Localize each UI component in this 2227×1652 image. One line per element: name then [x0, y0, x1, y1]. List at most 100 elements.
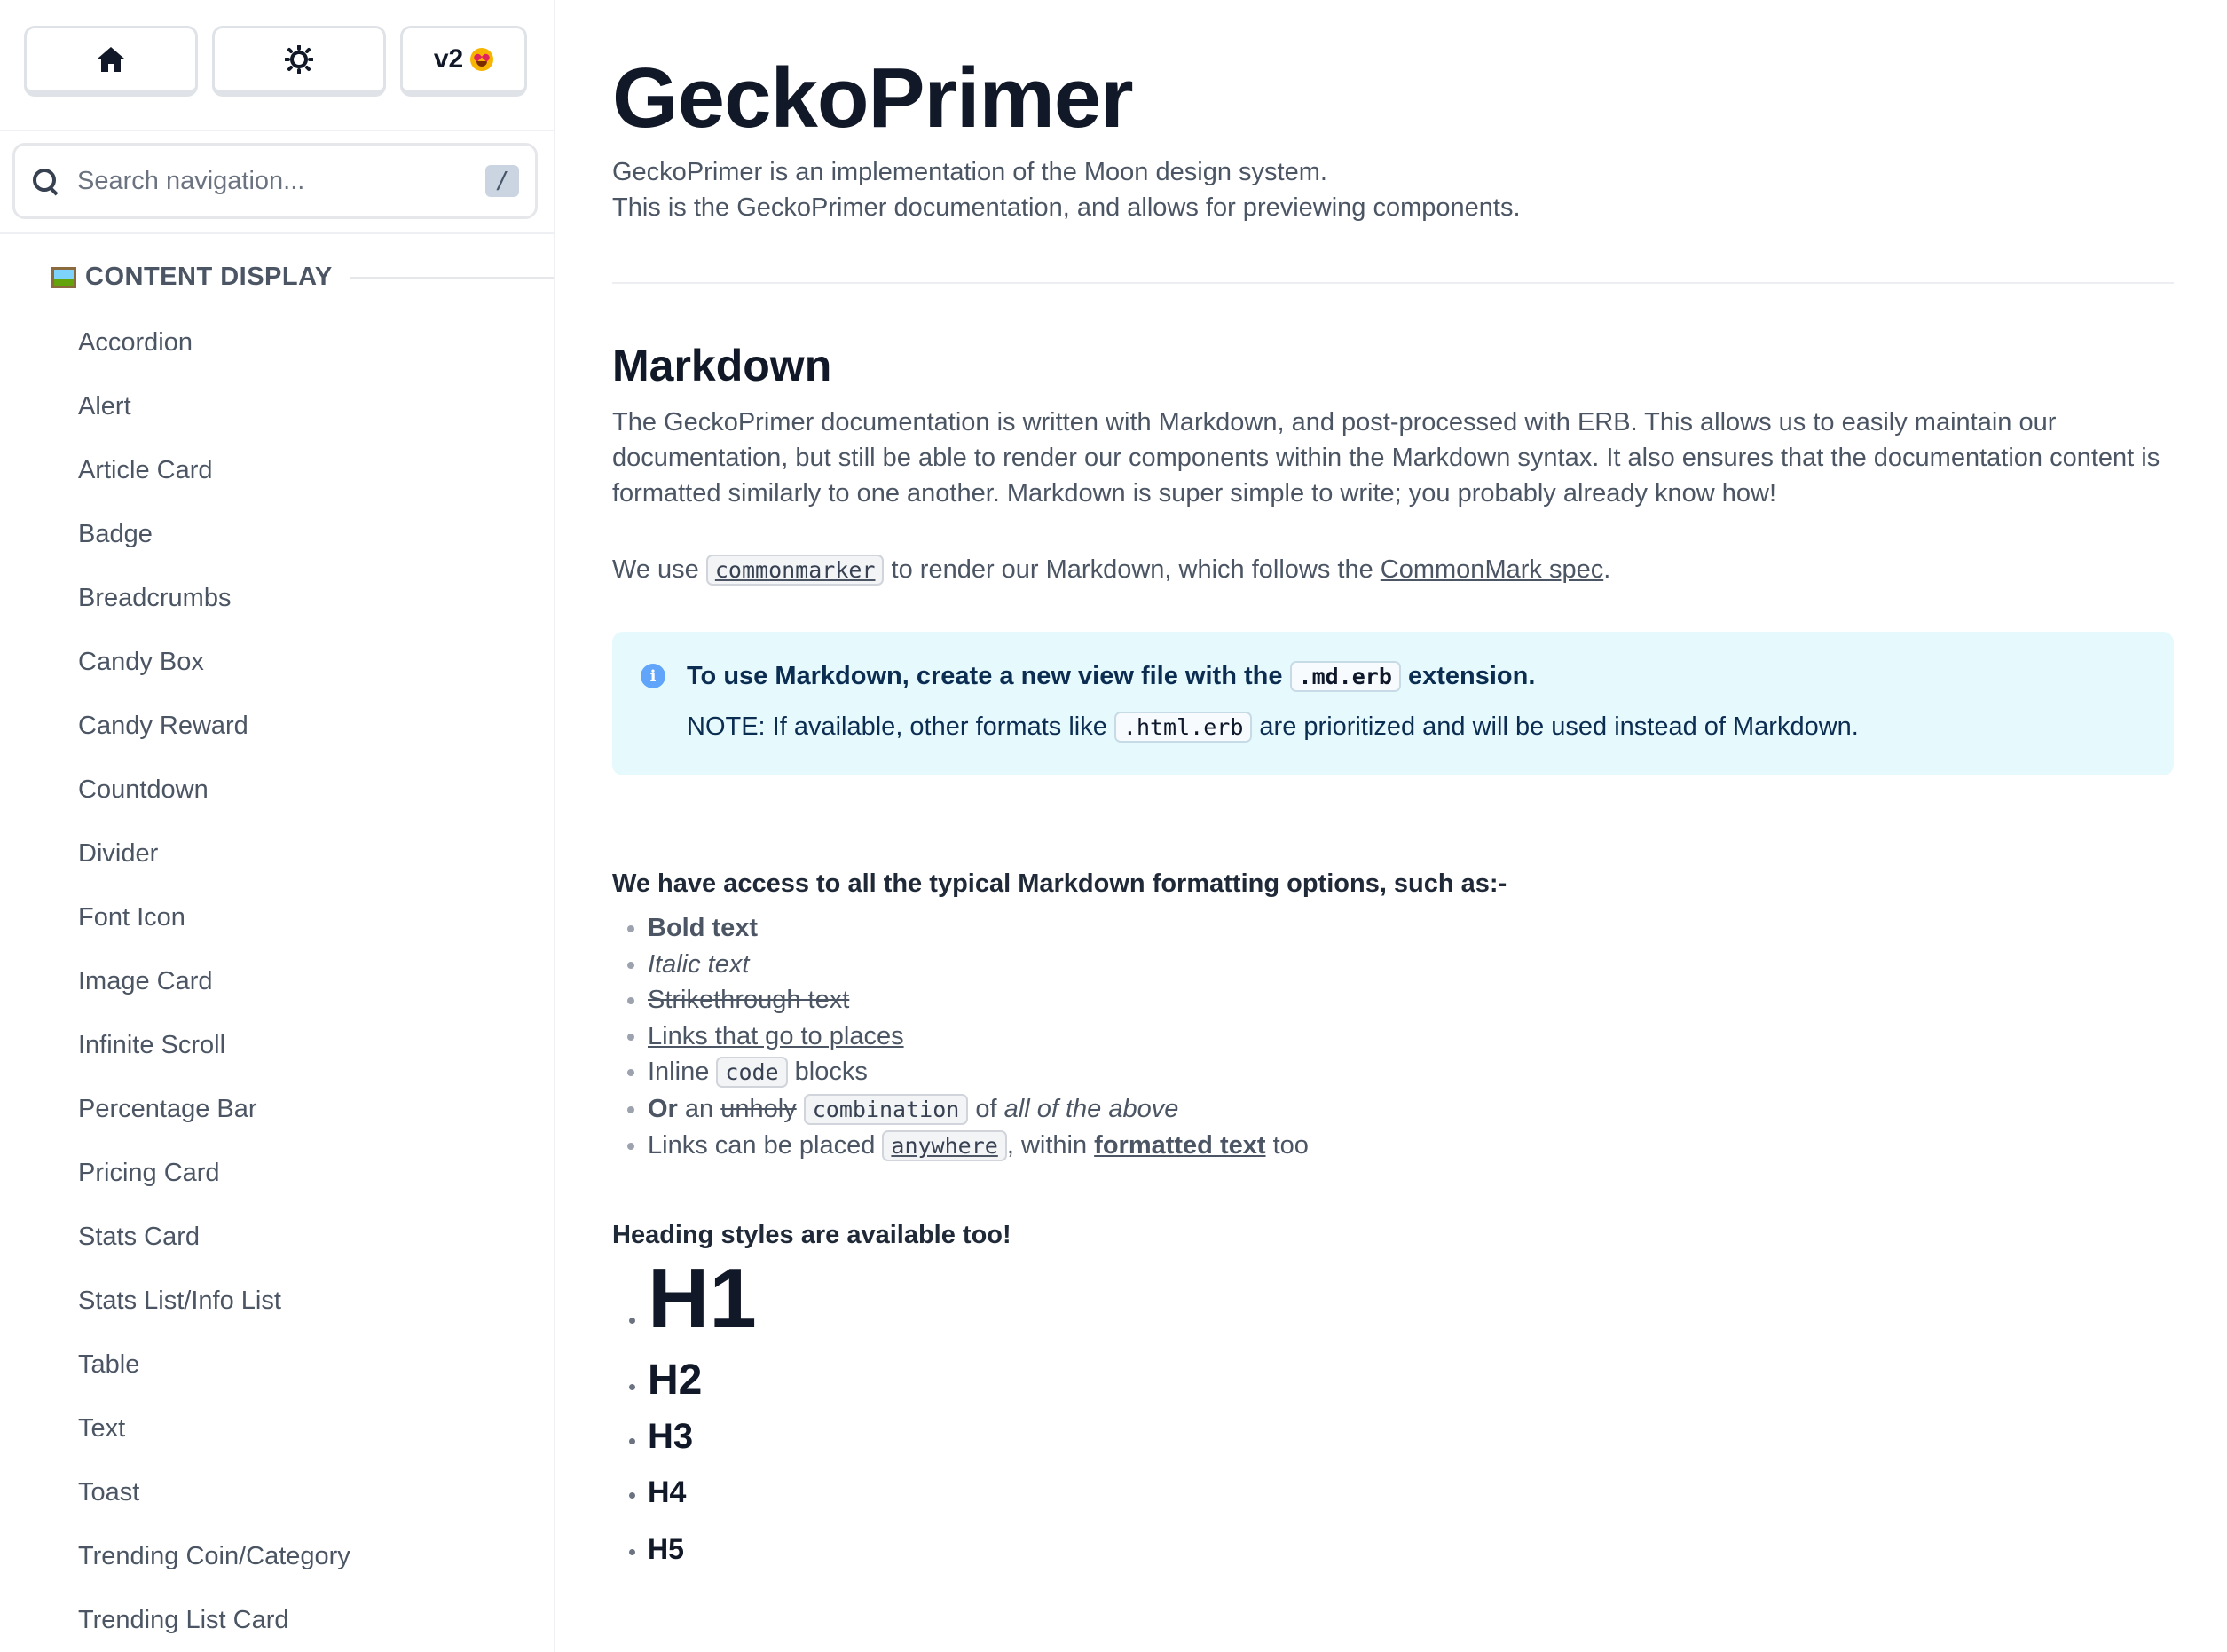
sidebar-item-divider[interactable]: Divider [0, 822, 554, 885]
text: an [677, 1094, 721, 1123]
sidebar-item-alert[interactable]: Alert [0, 374, 554, 438]
formatting-intro: We have access to all the typical Markdo… [612, 869, 1507, 898]
list-item: Links can be placed anywhere, within for… [648, 1128, 1309, 1165]
lead-line: This is the GeckoPrimer documentation, a… [612, 193, 1521, 222]
search-icon [31, 167, 59, 195]
heading-sample-h5: H5 [648, 1521, 757, 1577]
markdown-heading: Markdown [612, 341, 832, 390]
anywhere-link[interactable]: anywhere [882, 1130, 1007, 1161]
inline-code: anywhere [882, 1130, 1007, 1161]
formatted-text-link[interactable]: formatted text [1094, 1131, 1265, 1160]
section-divider [350, 276, 554, 279]
sidebar-nav-list: Accordion Alert Article Card Badge Bread… [0, 311, 554, 1652]
text: to render our Markdown, which follows th… [884, 555, 1381, 584]
sidebar-item-text[interactable]: Text [0, 1396, 554, 1460]
text: too [1265, 1131, 1309, 1160]
sidebar-item-trending-list-card[interactable]: Trending List Card [0, 1588, 554, 1652]
places-link[interactable]: Links that go to places [648, 1022, 904, 1050]
list-item: Italic text [648, 947, 1309, 983]
heading-intro: Heading styles are available too! [612, 1221, 1011, 1249]
sidebar-item-image-card[interactable]: Image Card [0, 949, 554, 1013]
sidebar-item-article-card[interactable]: Article Card [0, 438, 554, 502]
text: NOTE: If available, other formats like [687, 712, 1114, 741]
sidebar-item-toast[interactable]: Toast [0, 1460, 554, 1524]
heading-styles-list: H1 H2 H3 H4 H5 [612, 1249, 757, 1577]
sidebar-item-pricing-card[interactable]: Pricing Card [0, 1141, 554, 1205]
inline-code: code [716, 1057, 788, 1088]
text: are prioritized and will be used instead… [1252, 712, 1859, 741]
version-button[interactable]: v2 [400, 26, 527, 97]
list-item: Strikethrough text [648, 982, 1309, 1019]
text: We use [612, 555, 706, 584]
heading-sample-h1: H1 [648, 1249, 757, 1349]
text: blocks [787, 1058, 868, 1086]
text: . [1603, 555, 1611, 584]
sidebar: v2 / CONTENT DISPLAY Accordion Alert Art… [0, 0, 555, 1652]
formatting-list: Bold text Italic text Strikethrough text… [612, 910, 1309, 1165]
info-alert: i To use Markdown, create a new view fil… [612, 632, 2174, 775]
sidebar-item-stats-card[interactable]: Stats Card [0, 1205, 554, 1269]
sidebar-item-candy-box[interactable]: Candy Box [0, 630, 554, 694]
info-note: NOTE: If available, other formats like .… [687, 709, 2174, 745]
sidebar-item-badge[interactable]: Badge [0, 502, 554, 566]
sidebar-item-candy-reward[interactable]: Candy Reward [0, 694, 554, 758]
sidebar-item-stats-list[interactable]: Stats List/Info List [0, 1269, 554, 1333]
text: , within [1006, 1131, 1095, 1160]
page-lead: GeckoPrimer is an implementation of the … [612, 154, 2174, 225]
text: Inline [648, 1058, 717, 1086]
home-icon [98, 47, 124, 72]
info-title: To use Markdown, create a new view file … [687, 658, 2174, 695]
sidebar-item-trending-coin[interactable]: Trending Coin/Category [0, 1524, 554, 1588]
heading-sample-h2: H2 [648, 1352, 757, 1409]
italic-text: all of the above [1003, 1094, 1179, 1123]
heart-eyes-emoji-icon [470, 48, 494, 71]
bold-text: Or [648, 1094, 678, 1123]
inline-code: combination [803, 1093, 969, 1125]
page-title: GeckoPrimer [612, 51, 1134, 146]
list-item: Inline code blocks [648, 1054, 1309, 1091]
home-button[interactable] [24, 26, 198, 97]
sidebar-item-percentage-bar[interactable]: Percentage Bar [0, 1077, 554, 1141]
nav-section-header: CONTENT DISPLAY [51, 263, 554, 292]
framed-picture-icon [51, 266, 76, 288]
top-toolbar: v2 [24, 26, 527, 97]
search-input[interactable] [75, 165, 485, 197]
strikethrough-text: unholy [720, 1094, 797, 1123]
list-item: Or an unholy combination of all of the a… [648, 1091, 1309, 1129]
sun-icon [285, 45, 313, 74]
inline-code: .md.erb [1289, 661, 1401, 692]
sidebar-divider [0, 232, 554, 234]
version-label: v2 [433, 44, 464, 74]
text: extension. [1400, 662, 1536, 690]
sidebar-item-accordion[interactable]: Accordion [0, 311, 554, 374]
theme-toggle-button[interactable] [212, 26, 386, 97]
inline-code: commonmarker [705, 555, 885, 586]
nav-section-title: CONTENT DISPLAY [85, 263, 333, 291]
info-icon: i [641, 664, 665, 688]
renderer-paragraph: We use commonmarker to render our Markdo… [612, 552, 2174, 588]
section-divider [612, 282, 2174, 284]
strikethrough-text: Strikethrough text [648, 986, 850, 1014]
sidebar-item-countdown[interactable]: Countdown [0, 758, 554, 822]
commonmark-spec-link[interactable]: CommonMark spec [1381, 555, 1603, 584]
list-item: Bold text [648, 910, 1309, 947]
sidebar-divider [0, 130, 554, 131]
markdown-description: The GeckoPrimer documentation is written… [612, 408, 2160, 507]
text: To use Markdown, create a new view file … [687, 662, 1290, 690]
commonmarker-link[interactable]: commonmarker [705, 555, 885, 586]
heading-sample-h3: H3 [648, 1409, 757, 1464]
list-item: Links that go to places [648, 1019, 1309, 1055]
sidebar-item-breadcrumbs[interactable]: Breadcrumbs [0, 566, 554, 630]
sidebar-item-infinite-scroll[interactable]: Infinite Scroll [0, 1013, 554, 1077]
sidebar-item-table[interactable]: Table [0, 1333, 554, 1396]
sidebar-item-font-icon[interactable]: Font Icon [0, 885, 554, 949]
heading-sample-h4: H4 [648, 1464, 757, 1521]
inline-code: .html.erb [1114, 712, 1253, 743]
italic-text: Italic text [648, 949, 750, 979]
search-box[interactable]: / [12, 143, 538, 219]
bold-text: Bold text [648, 914, 759, 942]
text: Links can be placed [648, 1131, 883, 1160]
text: of [968, 1094, 1004, 1123]
search-shortcut-key: / [485, 165, 519, 197]
lead-line: GeckoPrimer is an implementation of the … [612, 158, 1327, 186]
